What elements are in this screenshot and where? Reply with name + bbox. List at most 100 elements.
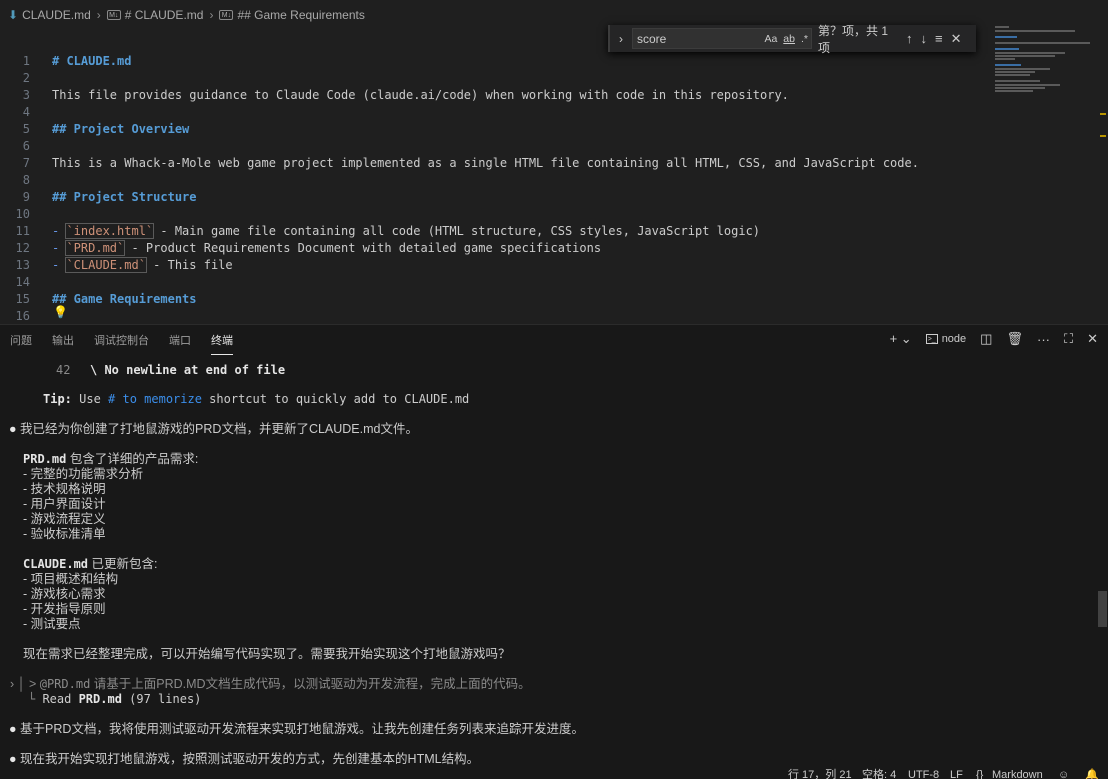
- bottom-panel: 问题 输出 调试控制台 端口 终端 + ⌄ >_ node ◫ 🗑 ··· ⛶ ✕…: [0, 324, 1108, 768]
- line-number: 12: [15, 241, 30, 255]
- close-icon[interactable]: ✕: [951, 31, 962, 47]
- panel-actions: + ⌄ >_ node ◫ 🗑 ··· ⛶ ✕: [890, 331, 1098, 347]
- copilot-icon[interactable]: ☺: [1058, 767, 1069, 779]
- end-of-line[interactable]: LF: [950, 767, 963, 779]
- find-widget: › Aa ab .* 第？项，共 1 项 ↑ ↓ ≡ ✕: [608, 24, 976, 55]
- tab-debug-console[interactable]: 调试控制台: [94, 332, 149, 348]
- maximize-panel-icon[interactable]: ⛶: [1064, 331, 1073, 347]
- arrow-down-icon[interactable]: ↓: [921, 31, 928, 46]
- terminal-line: - 游戏流程定义: [23, 512, 106, 526]
- heading-symbol-icon: M↓: [219, 10, 234, 20]
- line-number: 14: [15, 275, 30, 289]
- terminal-line: › │ > @PRD.md 请基于上面PRD.MD文档生成代码，以测试驱动为开发…: [10, 677, 531, 691]
- arrow-up-icon[interactable]: ↑: [906, 31, 913, 46]
- search-match-marker: [1100, 113, 1106, 115]
- minimap[interactable]: [990, 22, 1095, 102]
- line-text: - Product Requirements Document with det…: [124, 241, 602, 255]
- line-text: ## Project Overview: [52, 122, 190, 136]
- list-dash: -: [52, 258, 67, 272]
- line-text: ## Project Structure: [52, 190, 197, 204]
- chevron-right-icon: ›: [96, 8, 101, 22]
- inline-code: `PRD.md`: [65, 240, 126, 256]
- terminal-bold-text: CLAUDE.md: [23, 557, 89, 571]
- line-text: This file provides guidance to Claude Co…: [52, 88, 789, 102]
- close-panel-icon[interactable]: ✕: [1087, 331, 1098, 347]
- add-terminal-icon[interactable]: + ⌄: [890, 331, 912, 347]
- line-number: 16: [15, 309, 30, 323]
- terminal-text: 我已经为你创建了打地鼠游戏的PRD文档，并更新了CLAUDE.md文件。: [20, 422, 418, 436]
- terminal-line: └ Read PRD.md (97 lines): [28, 692, 202, 706]
- terminal-text: \ No newline at end of file: [90, 363, 286, 377]
- line-text: This is a Whack-a-Mole web game project …: [52, 156, 919, 170]
- chevron-right-icon[interactable]: ›: [614, 32, 628, 46]
- trash-icon[interactable]: 🗑: [1006, 331, 1023, 347]
- chevron-right-icon: ›: [10, 677, 15, 691]
- find-input-box: Aa ab .*: [632, 28, 812, 49]
- lightbulb-icon[interactable]: 💡: [53, 305, 68, 319]
- prompt-text: 请基于上面PRD.MD文档生成代码，以测试驱动为开发流程，完成上面的代码。: [90, 677, 531, 691]
- terminal-selector[interactable]: >_ node: [925, 333, 966, 345]
- terminal-scrollbar-thumb[interactable]: [1098, 591, 1107, 627]
- find-input[interactable]: [633, 30, 762, 47]
- split-terminal-icon[interactable]: ◫: [980, 331, 992, 347]
- tab-ports[interactable]: 端口: [169, 332, 191, 348]
- find-match-count: 第？项，共 1 项: [818, 23, 889, 55]
- encoding[interactable]: UTF-8: [908, 767, 939, 779]
- bullet-icon: ●: [9, 722, 17, 736]
- bell-icon[interactable]: 🔔: [1085, 767, 1099, 779]
- indentation[interactable]: 空格: 4: [862, 767, 896, 779]
- list-dash: -: [52, 241, 67, 255]
- line-number: 5: [22, 122, 30, 136]
- editor-scrollbar[interactable]: [1097, 30, 1108, 324]
- breadcrumb-file-label: CLAUDE.md: [22, 8, 91, 22]
- heading-symbol-icon: M↓: [106, 10, 121, 20]
- diff-line-number: 42: [56, 363, 71, 377]
- status-bar: 行 17，列 21 空格: 4 UTF-8 LF {} Markdown ☺ 🔔: [0, 767, 1108, 779]
- breadcrumb-section-1[interactable]: M↓ # CLAUDE.md: [106, 8, 203, 22]
- tip-shortcut: # to memorize: [108, 392, 202, 406]
- find-in-selection-icon[interactable]: ≡: [935, 31, 943, 46]
- language-mode[interactable]: Markdown: [992, 767, 1043, 779]
- line-text: # CLAUDE.md: [52, 54, 132, 68]
- tab-problems[interactable]: 问题: [10, 332, 32, 348]
- line-number: 4: [22, 105, 30, 119]
- terminal-line: - 完整的功能需求分析: [23, 467, 144, 481]
- bullet-icon: ●: [9, 422, 17, 436]
- terminal-text: 已更新包含:: [88, 557, 158, 571]
- terminal-line: - 技术规格说明: [23, 482, 106, 496]
- prompt-mention: @PRD.md: [39, 677, 91, 691]
- tab-terminal[interactable]: 终端: [211, 332, 233, 355]
- terminal-line: PRD.md 包含了详细的产品需求:: [23, 452, 198, 467]
- line-number: 6: [22, 139, 30, 153]
- whole-word-toggle[interactable]: ab: [783, 33, 795, 45]
- terminal-bold-text: PRD.md: [23, 452, 67, 466]
- line-number: 8: [22, 173, 30, 187]
- terminal-line: - 用户界面设计: [23, 497, 106, 511]
- terminal-line: 42: [56, 363, 70, 378]
- terminal-text: 基于PRD文档，我将使用测试驱动开发流程来实现打地鼠游戏。让我先创建任务列表来追…: [20, 722, 584, 736]
- breadcrumb-file[interactable]: ⬇ CLAUDE.md: [8, 8, 91, 22]
- prompt-symbol: >: [28, 677, 40, 691]
- breadcrumb-section-2[interactable]: M↓ ## Game Requirements: [219, 8, 365, 22]
- terminal-line: \ No newline at end of file: [90, 363, 285, 378]
- regex-toggle[interactable]: .*: [801, 33, 808, 45]
- bullet-icon: ●: [9, 752, 17, 766]
- tip-label: Tip:: [43, 392, 72, 406]
- more-actions-icon[interactable]: ···: [1037, 332, 1050, 347]
- chevron-right-icon: ›: [209, 8, 214, 22]
- line-text: - Main game file containing all code (HT…: [153, 224, 761, 238]
- terminal-line: - 测试要点: [23, 617, 81, 631]
- cursor-position[interactable]: 行 17，列 21: [788, 767, 852, 779]
- inline-code: `CLAUDE.md`: [65, 257, 147, 273]
- terminal-line: 现在需求已经整理完成，可以开始编写代码实现了。需要我开始实现这个打地鼠游戏吗？: [23, 647, 511, 661]
- line-number: 9: [22, 190, 30, 204]
- line-number: 15: [15, 292, 30, 306]
- terminal[interactable]: 42 \ No newline at end of file Tip: Use …: [0, 359, 1108, 767]
- markdown-file-icon: ⬇: [8, 8, 19, 22]
- line-number: 2: [22, 71, 30, 85]
- code-editor[interactable]: 1 # CLAUDE.md 2 3 This file provides guida…: [0, 30, 1108, 324]
- terminal-line: - 验收标准清单: [23, 527, 106, 541]
- braces-icon[interactable]: {}: [976, 767, 983, 779]
- tab-output[interactable]: 输出: [52, 332, 74, 348]
- match-case-toggle[interactable]: Aa: [764, 33, 777, 45]
